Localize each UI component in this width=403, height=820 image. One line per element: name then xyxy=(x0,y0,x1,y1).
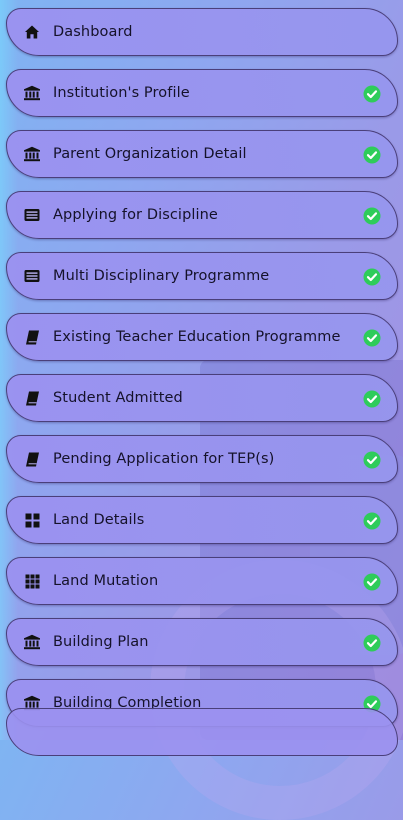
book-icon xyxy=(23,450,41,468)
grid-3x3-icon xyxy=(23,572,41,590)
check-circle-icon xyxy=(363,451,381,469)
sidebar-item-multi-disciplinary-programme[interactable]: Multi Disciplinary Programme xyxy=(6,252,398,300)
institution-icon xyxy=(23,145,41,163)
sidebar-item-existing-teacher-education-programme[interactable]: Existing Teacher Education Programme xyxy=(6,313,398,361)
sidebar-item-label: Building Plan xyxy=(53,634,149,650)
institution-icon xyxy=(23,84,41,102)
sidebar-item-label: Land Details xyxy=(53,512,145,528)
sidebar-item-pending-application-for-tep-s[interactable]: Pending Application for TEP(s) xyxy=(6,435,398,483)
sidebar-item-partial[interactable] xyxy=(6,708,398,756)
home-icon xyxy=(23,23,41,41)
check-circle-icon xyxy=(363,329,381,347)
sidebar-item-institution-s-profile[interactable]: Institution's Profile xyxy=(6,69,398,117)
check-circle-icon xyxy=(363,573,381,591)
book-icon xyxy=(23,389,41,407)
sidebar-item-land-details[interactable]: Land Details xyxy=(6,496,398,544)
grid-2x2-icon xyxy=(23,511,41,529)
sidebar-item-label: Institution's Profile xyxy=(53,85,190,101)
sidebar-item-dashboard[interactable]: Dashboard xyxy=(6,8,398,56)
check-circle-icon xyxy=(363,268,381,286)
sidebar-item-label: Land Mutation xyxy=(53,573,159,589)
list-card-icon xyxy=(23,206,41,224)
book-icon xyxy=(23,328,41,346)
check-circle-icon xyxy=(363,146,381,164)
institution-icon xyxy=(23,633,41,651)
sidebar-item-label: Student Admitted xyxy=(53,390,183,406)
sidebar-item-label: Parent Organization Detail xyxy=(53,146,247,162)
sidebar-item-label: Pending Application for TEP(s) xyxy=(53,451,275,467)
sidebar-item-building-plan[interactable]: Building Plan xyxy=(6,618,398,666)
sidebar-item-parent-organization-detail[interactable]: Parent Organization Detail xyxy=(6,130,398,178)
sidebar-item-student-admitted[interactable]: Student Admitted xyxy=(6,374,398,422)
check-circle-icon xyxy=(363,207,381,225)
check-circle-icon xyxy=(363,634,381,652)
sidebar-item-land-mutation[interactable]: Land Mutation xyxy=(6,557,398,605)
list-card-icon xyxy=(23,267,41,285)
check-circle-icon xyxy=(363,390,381,408)
sidebar-item-label: Existing Teacher Education Programme xyxy=(53,329,341,345)
sidebar-item-label: Applying for Discipline xyxy=(53,207,218,223)
sidebar-item-label: Dashboard xyxy=(53,24,133,40)
check-circle-icon xyxy=(363,85,381,103)
sidebar-item-applying-for-discipline[interactable]: Applying for Discipline xyxy=(6,191,398,239)
check-circle-icon xyxy=(363,512,381,530)
sidebar-item-label: Multi Disciplinary Programme xyxy=(53,268,270,284)
